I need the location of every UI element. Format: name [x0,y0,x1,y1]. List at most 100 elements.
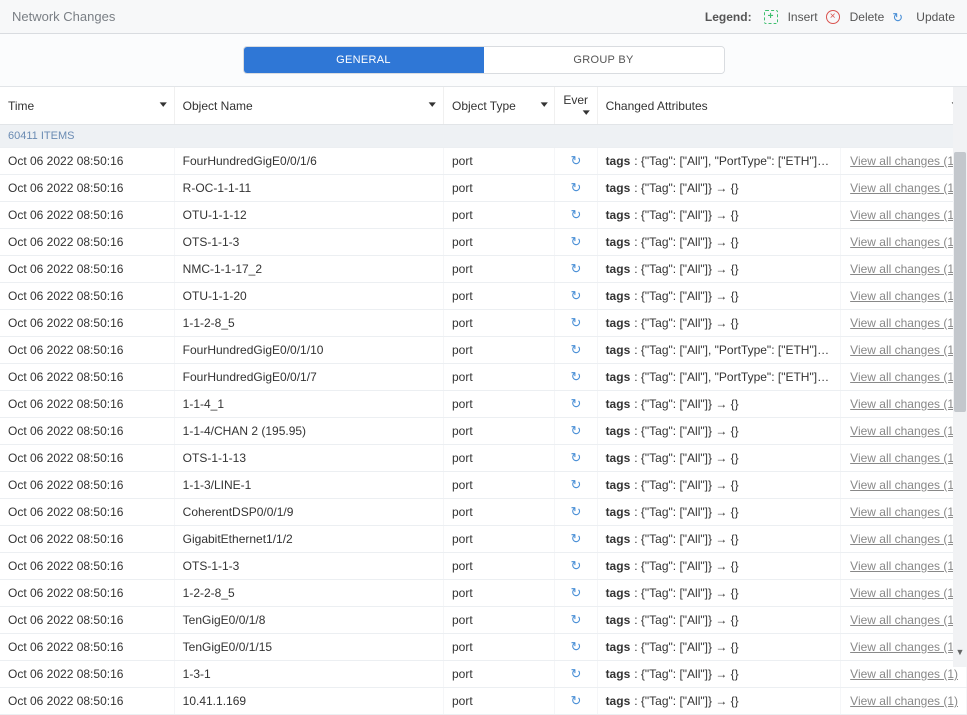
cell-name: TenGigE0/0/1/8 [174,607,443,634]
table-row[interactable]: Oct 06 2022 08:50:16OTU-1-1-12port↻tags:… [0,202,967,229]
col-event[interactable]: Ever▾ [555,87,597,125]
view-changes-link[interactable]: View all changes (1) [840,580,966,607]
cell-attr: tags: {"Tag": ["All"]} → {} [597,688,840,715]
cell-type: port [443,310,554,337]
chevron-down-icon[interactable]: ▾ [540,99,547,110]
view-changes-link[interactable]: View all changes (1) [840,202,966,229]
col-attr[interactable]: Changed Attributes▾ [597,87,966,125]
cell-event: ↻ [555,229,597,256]
table-row[interactable]: Oct 06 2022 08:50:16TenGigE0/0/1/15port↻… [0,634,967,661]
view-changes-link[interactable]: View all changes (1) [840,607,966,634]
table-row[interactable]: Oct 06 2022 08:50:161-1-2-8_5port↻tags: … [0,310,967,337]
cell-event: ↻ [555,418,597,445]
cell-name: 10.41.1.169 [174,688,443,715]
tab-group: GENERAL GROUP BY [243,46,725,74]
update-icon: ↻ [571,558,582,574]
view-changes-link[interactable]: View all changes (1) [840,688,966,715]
table-row[interactable]: Oct 06 2022 08:50:161-1-4_1port↻tags: {"… [0,391,967,418]
cell-event: ↻ [555,499,597,526]
update-icon: ↻ [571,639,582,655]
table-row[interactable]: Oct 06 2022 08:50:161-3-1port↻tags: {"Ta… [0,661,967,688]
update-icon: ↻ [571,477,582,493]
scroll-down-icon[interactable]: ▼ [953,645,967,659]
table-row[interactable]: Oct 06 2022 08:50:16R-OC-1-1-11port↻tags… [0,175,967,202]
view-changes-link[interactable]: View all changes (1) [840,391,966,418]
cell-event: ↻ [555,472,597,499]
col-time[interactable]: Time▾ [0,87,174,125]
table-row[interactable]: Oct 06 2022 08:50:161-2-2-8_5port↻tags: … [0,580,967,607]
table-row[interactable]: Oct 06 2022 08:50:161-1-3/LINE-1port↻tag… [0,472,967,499]
table-row[interactable]: Oct 06 2022 08:50:16GigabitEthernet1/1/2… [0,526,967,553]
tab-groupby[interactable]: GROUP BY [484,47,724,73]
cell-name: FourHundredGigE0/0/1/10 [174,337,443,364]
cell-type: port [443,337,554,364]
cell-time: Oct 06 2022 08:50:16 [0,148,174,175]
view-changes-link[interactable]: View all changes (1) [840,445,966,472]
view-changes-link[interactable]: View all changes (1) [840,229,966,256]
update-icon: ↻ [571,423,582,439]
legend: Legend: + Insert × Delete ↻ Update [705,10,955,24]
table-row[interactable]: Oct 06 2022 08:50:16NMC-1-1-17_2port↻tag… [0,256,967,283]
chevron-down-icon[interactable]: ▾ [583,107,590,118]
table-row[interactable]: Oct 06 2022 08:50:16CoherentDSP0/0/1/9po… [0,499,967,526]
view-changes-link[interactable]: View all changes (1) [840,310,966,337]
col-type[interactable]: Object Type▾ [443,87,554,125]
vertical-scrollbar[interactable]: ▲ ▼ [953,87,967,667]
cell-event: ↻ [555,310,597,337]
cell-name: OTS-1-1-3 [174,553,443,580]
update-icon: ↻ [571,531,582,547]
col-name[interactable]: Object Name▾ [174,87,443,125]
cell-type: port [443,175,554,202]
view-changes-link[interactable]: View all changes (1) [840,472,966,499]
tab-general[interactable]: GENERAL [244,47,484,73]
view-changes-link[interactable]: View all changes (1) [840,634,966,661]
update-icon: ↻ [571,342,582,358]
cell-time: Oct 06 2022 08:50:16 [0,391,174,418]
cell-time: Oct 06 2022 08:50:16 [0,688,174,715]
cell-event: ↻ [555,661,597,688]
view-changes-link[interactable]: View all changes (1) [840,364,966,391]
view-changes-link[interactable]: View all changes (1) [840,418,966,445]
update-icon: ↻ [571,261,582,277]
view-changes-link[interactable]: View all changes (1) [840,499,966,526]
tabs-bar: GENERAL GROUP BY [0,34,967,87]
update-icon: ↻ [571,450,582,466]
legend-update: Update [916,10,955,24]
view-changes-link[interactable]: View all changes (1) [840,553,966,580]
cell-attr: tags: {"Tag": ["All"]} → {} [597,175,840,202]
view-changes-link[interactable]: View all changes (1) [840,175,966,202]
update-icon: ↻ [892,10,906,24]
cell-attr: tags: {"Tag": ["All"], "PortType": ["ETH… [597,364,840,391]
table-row[interactable]: Oct 06 2022 08:50:16OTS-1-1-3port↻tags: … [0,553,967,580]
table-row[interactable]: Oct 06 2022 08:50:16FourHundredGigE0/0/1… [0,337,967,364]
item-count: 60411 ITEMS [0,125,967,148]
cell-name: 1-1-2-8_5 [174,310,443,337]
table-row[interactable]: Oct 06 2022 08:50:16OTS-1-1-13port↻tags:… [0,445,967,472]
view-changes-link[interactable]: View all changes (1) [840,283,966,310]
cell-attr: tags: {"Tag": ["All"]} → {} [597,202,840,229]
table-row[interactable]: Oct 06 2022 08:50:16OTU-1-1-20port↻tags:… [0,283,967,310]
cell-type: port [443,148,554,175]
cell-attr: tags: {"Tag": ["All"]} → {} [597,580,840,607]
chevron-down-icon[interactable]: ▾ [429,99,436,110]
cell-name: 1-2-2-8_5 [174,580,443,607]
update-icon: ↻ [571,180,582,196]
table-row[interactable]: Oct 06 2022 08:50:1610.41.1.169port↻tags… [0,688,967,715]
cell-type: port [443,445,554,472]
view-changes-link[interactable]: View all changes (1) [840,148,966,175]
cell-event: ↻ [555,445,597,472]
view-changes-link[interactable]: View all changes (1) [840,337,966,364]
view-changes-link[interactable]: View all changes (1) [840,526,966,553]
view-changes-link[interactable]: View all changes (1) [840,661,966,688]
cell-time: Oct 06 2022 08:50:16 [0,445,174,472]
cell-attr: tags: {"Tag": ["All"]} → {} [597,661,840,688]
table-row[interactable]: Oct 06 2022 08:50:16OTS-1-1-3port↻tags: … [0,229,967,256]
table-row[interactable]: Oct 06 2022 08:50:16FourHundredGigE0/0/1… [0,364,967,391]
chevron-down-icon[interactable]: ▾ [160,99,167,110]
cell-time: Oct 06 2022 08:50:16 [0,472,174,499]
table-row[interactable]: Oct 06 2022 08:50:16TenGigE0/0/1/8port↻t… [0,607,967,634]
scrollbar-thumb[interactable] [954,152,966,412]
view-changes-link[interactable]: View all changes (1) [840,256,966,283]
table-row[interactable]: Oct 06 2022 08:50:16FourHundredGigE0/0/1… [0,148,967,175]
table-row[interactable]: Oct 06 2022 08:50:161-1-4/CHAN 2 (195.95… [0,418,967,445]
